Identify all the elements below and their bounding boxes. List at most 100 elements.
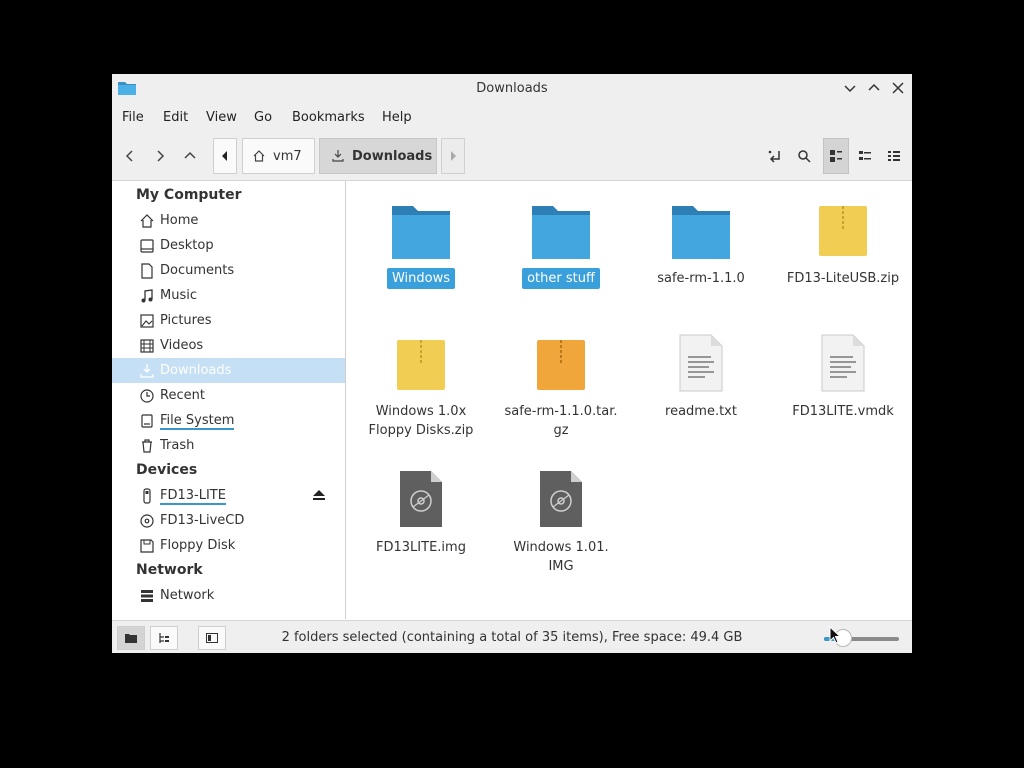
file-name: FD13LITE.img [376,540,466,555]
window-title: Downloads [476,81,548,96]
floppy-icon [140,539,154,553]
menu-file[interactable]: File [122,110,144,125]
file-item-safe-rm-tar-gz[interactable]: safe-rm-1.1.0.tar. gz [493,333,629,443]
sidebar-item-floppy-disk[interactable]: Floppy Disk [112,533,345,558]
home-icon [140,214,154,228]
usb-icon [143,488,151,504]
eject-icon[interactable] [312,489,326,501]
sidebar-item-pictures[interactable]: Pictures [112,308,345,333]
trash-icon [142,439,152,453]
video-icon [140,339,154,353]
search-button[interactable] [790,138,818,174]
forward-button[interactable] [146,138,174,174]
picture-icon [140,314,154,328]
file-name: readme.txt [665,404,737,419]
menu-help[interactable]: Help [382,110,412,125]
breadcrumb-downloads-label: Downloads [352,148,433,164]
up-button[interactable] [176,138,204,174]
back-arrow-icon [125,150,133,162]
compact-view-button[interactable] [852,138,878,174]
sidebar-item-home[interactable]: Home [112,208,345,233]
status-message: 2 folders selected (containing a total o… [281,630,743,645]
close-icon[interactable] [888,78,908,98]
file-view[interactable]: Windows other stuff safe-rm-1.1.0 FD13-L… [346,181,912,619]
breadcrumb-home[interactable]: vm7 [242,138,315,174]
music-icon [141,289,153,303]
file-item-other-stuff[interactable]: other stuff [493,199,629,299]
drive-icon [141,414,153,428]
file-manager-window: Downloads File Edit View Go Bookmarks He… [112,74,912,653]
caret-right-icon [451,151,456,161]
sidebar-item-label: FD13-LITE [160,488,226,505]
sidebar-header-network: Network [136,562,203,578]
zip-archive-icon [819,206,867,256]
file-name: safe-rm-1.1.0 [657,271,745,286]
minimize-icon[interactable] [840,78,860,98]
zip-archive-icon [397,340,445,390]
sidebar-item-fd13-lite[interactable]: FD13-LITE [112,483,345,508]
maximize-icon[interactable] [864,78,884,98]
breadcrumb-downloads[interactable]: Downloads [319,138,437,174]
sidebar-item-fd13-livecd[interactable]: FD13-LiveCD [112,508,345,533]
up-arrow-icon [184,151,196,159]
sidebar-item-label: Pictures [160,313,212,328]
folder-icon [672,206,730,259]
sidebar-item-documents[interactable]: Documents [112,258,345,283]
file-item-readme-txt[interactable]: readme.txt [633,333,769,443]
breadcrumb-home-label: vm7 [273,148,302,164]
clock-icon [140,389,154,403]
forward-arrow-icon [157,150,165,162]
menu-bookmarks[interactable]: Bookmarks [292,110,365,125]
sidebar-item-downloads[interactable]: Downloads [112,358,345,383]
sidebar-item-trash[interactable]: Trash [112,433,345,458]
list-view-button[interactable] [881,138,907,174]
file-item-windows-floppy-zip[interactable]: Windows 1.0x Floppy Disks.zip [353,333,489,443]
menu-bar: File Edit View Go Bookmarks Help [112,102,912,132]
download-icon [140,364,154,378]
sidebar-item-music[interactable]: Music [112,283,345,308]
breadcrumb-scroll-right[interactable] [441,138,465,174]
sidebar-item-label: Desktop [160,238,214,253]
menu-go[interactable]: Go [254,110,272,125]
folder-icon [392,206,450,259]
file-item-windows-101-img[interactable]: Windows 1.01. IMG [493,469,629,579]
toolbar: vm7 Downloads [112,132,912,181]
title-bar[interactable]: Downloads [112,74,912,102]
sidebar-item-label: Music [160,288,197,303]
sidebar-item-label: FD13-LiveCD [160,513,245,528]
menu-view[interactable]: View [206,110,237,125]
disk-image-icon [540,471,582,527]
document-icon [141,263,153,279]
breadcrumb-scroll-left[interactable] [213,138,237,174]
sidebar-item-label: Trash [160,438,195,453]
download-icon [332,150,344,162]
sidebar-item-network[interactable]: Network [112,583,345,608]
sidebar-item-label: Network [160,588,215,603]
file-item-fd13-liteusb-zip[interactable]: FD13-LiteUSB.zip [775,199,911,299]
sidebar-item-videos[interactable]: Videos [112,333,345,358]
file-item-fd13lite-vmdk[interactable]: FD13LITE.vmdk [775,333,911,443]
menu-edit[interactable]: Edit [163,110,188,125]
sidebar-item-label: Videos [160,338,204,353]
sidebar-item-label: Floppy Disk [160,538,236,553]
sidebar-item-file-system[interactable]: File System [112,408,345,433]
sidebar-item-label: Home [160,213,199,228]
toggle-location-button[interactable] [761,138,789,174]
folder-icon [532,206,590,259]
sidebar-item-recent[interactable]: Recent [112,383,345,408]
disc-icon [140,514,154,528]
search-icon [798,150,811,163]
file-item-fd13lite-img[interactable]: FD13LITE.img [353,469,489,579]
file-name: FD13-LiteUSB.zip [786,271,900,286]
grid-view-icon [830,150,842,162]
file-item-windows[interactable]: Windows [353,199,489,299]
file-name: Windows 1.01. IMG [513,540,609,574]
mouse-cursor-icon [829,626,841,644]
file-item-safe-rm-folder[interactable]: safe-rm-1.1.0 [633,199,769,299]
file-name: safe-rm-1.1.0.tar. gz [504,404,618,438]
sidebar-item-label: Recent [160,388,205,403]
places-sidebar: My Computer Home Desktop Documents Music… [112,181,346,619]
sidebar-item-desktop[interactable]: Desktop [112,233,345,258]
back-button[interactable] [116,138,144,174]
icon-view-button[interactable] [823,138,849,174]
